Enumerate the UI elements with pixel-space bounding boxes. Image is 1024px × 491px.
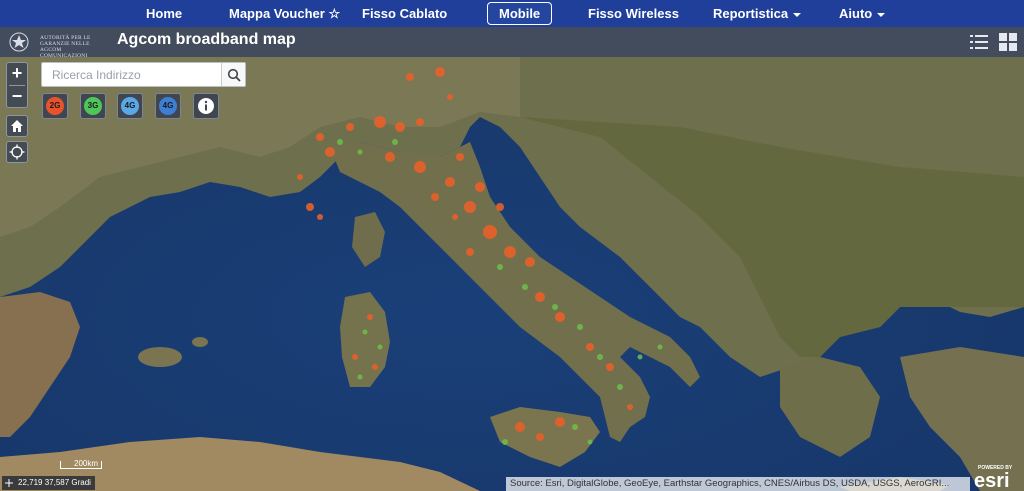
layer-4g-button[interactable]: 4G <box>117 93 143 119</box>
nav-fisso-cablato[interactable]: Fisso Cablato <box>362 0 447 27</box>
coordinates-text: 22,719 37,587 Gradi <box>18 478 91 487</box>
home-icon <box>11 120 23 132</box>
nav-fisso-wireless[interactable]: Fisso Wireless <box>588 0 679 27</box>
layer-3g-label: 3G <box>84 97 102 115</box>
app-header: AUTORITÀ PER LE GARANZIE NELLE AGCOM COM… <box>0 27 1024 59</box>
crosshair-icon <box>9 144 25 160</box>
map-attribution: Source: Esri, DigitalGlobe, GeoEye, Eart… <box>506 477 970 491</box>
nav-mobile[interactable]: Mobile <box>487 2 553 25</box>
grid-icon <box>999 33 1017 51</box>
nav-reportistica-label: Reportistica <box>713 6 789 21</box>
list-icon <box>970 35 988 49</box>
nav-aiuto-label: Aiuto <box>839 6 873 21</box>
layer-4g-alt-button[interactable]: 4G <box>155 93 181 119</box>
layer-2g-button[interactable]: 2G <box>42 93 68 119</box>
svg-text:esri: esri <box>974 470 1010 490</box>
search-input[interactable] <box>43 64 221 85</box>
esri-logo[interactable]: POWERED BY esri <box>972 462 1022 491</box>
chevron-down-icon <box>877 12 886 17</box>
esri-logo-mark: POWERED BY esri <box>974 465 1013 491</box>
layer-4g-alt-label: 4G <box>159 97 177 115</box>
address-search <box>41 62 246 87</box>
app-window: Home Mappa Voucher ☆ Fisso Cablato Mobil… <box>0 0 1024 491</box>
zoom-in-button[interactable]: + <box>7 63 27 85</box>
layer-4g-label: 4G <box>121 97 139 115</box>
satellite-basemap <box>0 57 1024 491</box>
nav-reportistica[interactable]: Reportistica <box>713 0 802 27</box>
info-button[interactable] <box>193 93 219 119</box>
info-icon <box>198 98 214 114</box>
zoom-control: + − <box>6 62 28 108</box>
nav-home[interactable]: Home <box>146 0 182 27</box>
zoom-out-button[interactable]: − <box>7 86 27 108</box>
scale-label: 200km <box>74 459 99 468</box>
crosshair-small-icon <box>5 479 13 487</box>
nav-mappa-voucher[interactable]: Mappa Voucher ☆ <box>229 0 340 27</box>
logo-text: AUTORITÀ PER LE GARANZIE NELLE AGCOM COM… <box>40 35 102 59</box>
emblem-icon <box>9 32 29 52</box>
logo-line-3: AGCOM COMUNICAZIONI <box>40 47 88 59</box>
nav-aiuto[interactable]: Aiuto <box>839 0 886 27</box>
page-title: Agcom broadband map <box>117 31 296 48</box>
top-navigation: Home Mappa Voucher ☆ Fisso Cablato Mobil… <box>0 0 1024 27</box>
chevron-down-icon <box>793 12 802 17</box>
home-button[interactable] <box>6 115 28 137</box>
search-button[interactable] <box>221 63 245 86</box>
layer-2g-label: 2G <box>46 97 64 115</box>
map-view[interactable] <box>0 57 1024 491</box>
agcom-logo: AUTORITÀ PER LE GARANZIE NELLE AGCOM COM… <box>6 31 102 59</box>
coordinate-readout: 22,719 37,587 Gradi <box>2 476 95 490</box>
layer-3g-button[interactable]: 3G <box>80 93 106 119</box>
grid-view-button[interactable] <box>997 31 1019 53</box>
list-view-button[interactable] <box>968 31 990 53</box>
search-icon <box>227 68 241 82</box>
locate-button[interactable] <box>6 141 28 163</box>
